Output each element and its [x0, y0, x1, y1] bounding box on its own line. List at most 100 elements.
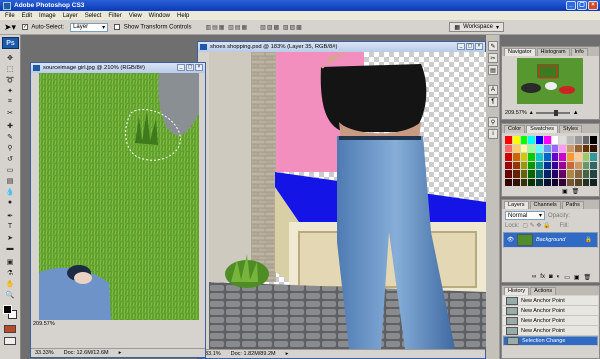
quick-mask-icon[interactable]: [4, 325, 16, 333]
tab-channels[interactable]: Channels: [529, 201, 561, 209]
maximize-button[interactable]: ▢: [577, 1, 587, 10]
zoom-tool-icon[interactable]: 🔍: [5, 290, 15, 299]
navigator-zoom-value[interactable]: 209.57%: [505, 110, 527, 116]
hand-tool-icon[interactable]: ✋: [5, 279, 15, 288]
notes-tool-icon[interactable]: ▣: [5, 257, 15, 266]
swatch-grid[interactable]: [505, 136, 597, 186]
adjustment-layer-icon[interactable]: ◐: [557, 274, 561, 281]
history-brush-tool-icon[interactable]: ↺: [5, 154, 15, 163]
history-item[interactable]: New Anchor Point: [503, 296, 598, 306]
blur-tool-icon[interactable]: 💧: [5, 187, 15, 196]
info-icon[interactable]: i: [488, 129, 498, 139]
history-item[interactable]: New Anchor Point: [503, 326, 598, 336]
type-tool-icon[interactable]: T: [5, 222, 15, 231]
new-group-icon[interactable]: ▭: [564, 274, 570, 281]
healing-brush-tool-icon[interactable]: ✚: [5, 121, 15, 130]
menu-filter[interactable]: Filter: [108, 13, 121, 19]
eyedropper-tool-icon[interactable]: ⚗: [5, 268, 15, 277]
status-menu-arrow-icon[interactable]: ▸: [119, 350, 122, 356]
auto-select-dropdown[interactable]: Layer ▾: [70, 22, 109, 32]
menu-view[interactable]: View: [129, 13, 142, 19]
tab-history[interactable]: History: [504, 287, 530, 295]
document-titlebar[interactable]: sourceimage girl.jpg @ 210% (RGB/8#) _ ▢…: [31, 63, 205, 73]
maximize-button[interactable]: ▢: [186, 64, 194, 71]
tab-navigator[interactable]: Navigator: [504, 48, 536, 56]
tab-color[interactable]: Color: [504, 125, 526, 133]
menu-layer[interactable]: Layer: [63, 13, 78, 19]
distribute-buttons[interactable]: ▧▨▩ ▧▨▩: [260, 24, 303, 31]
gradient-tool-icon[interactable]: ▤: [5, 176, 15, 185]
slice-tool-icon[interactable]: ✂: [5, 108, 15, 117]
delete-layer-icon[interactable]: 🗑: [584, 274, 592, 281]
minimize-button[interactable]: _: [177, 64, 185, 71]
screen-mode-icon[interactable]: [4, 337, 16, 345]
tool-presets-icon[interactable]: ✂: [488, 53, 498, 63]
new-layer-icon[interactable]: ▣: [574, 274, 580, 281]
transform-controls-checkbox[interactable]: [114, 23, 121, 30]
menu-select[interactable]: Select: [85, 13, 102, 19]
zoom-slider-handle[interactable]: [553, 109, 558, 116]
new-swatch-icon[interactable]: ▣: [562, 188, 568, 195]
workspace-button[interactable]: ▦ Workspace ▾: [449, 22, 504, 32]
menu-file[interactable]: File: [5, 13, 15, 19]
layer-style-icon[interactable]: fx: [540, 274, 545, 281]
zoom-in-icon[interactable]: ▲: [573, 110, 579, 116]
maximize-button[interactable]: ▢: [466, 43, 474, 50]
layer-comps-icon[interactable]: ▤: [488, 65, 498, 75]
tab-histogram[interactable]: Histogram: [536, 48, 570, 56]
tab-styles[interactable]: Styles: [559, 125, 582, 133]
menu-edit[interactable]: Edit: [22, 13, 32, 19]
lock-icons[interactable]: ▢ ✎ ✥ 🔒: [522, 222, 550, 229]
zoom-slider[interactable]: [535, 109, 570, 116]
path-selection-tool-icon[interactable]: ➤: [5, 233, 15, 242]
close-button[interactable]: ×: [195, 64, 203, 71]
minimize-button[interactable]: _: [566, 1, 576, 10]
layer-row-background[interactable]: 👁 Background 🔒: [503, 232, 598, 248]
shape-tool-icon[interactable]: ▬: [5, 244, 15, 253]
close-button[interactable]: ×: [475, 43, 483, 50]
clone-stamp-tool-icon[interactable]: ⚲: [5, 143, 15, 152]
minimize-button[interactable]: _: [457, 43, 465, 50]
tab-layers[interactable]: Layers: [504, 201, 529, 209]
canvas-source[interactable]: [39, 73, 199, 320]
eraser-tool-icon[interactable]: ▭: [5, 165, 15, 174]
character-icon[interactable]: A: [488, 85, 498, 95]
close-button[interactable]: ×: [588, 1, 598, 10]
foreground-color-swatch[interactable]: [3, 305, 12, 314]
zoom-level[interactable]: 33.33%: [35, 350, 54, 356]
document-titlebar[interactable]: shoes shopping.psd @ 183% (Layer 35, RGB…: [198, 42, 485, 52]
history-item[interactable]: New Anchor Point: [503, 316, 598, 326]
canvas-shoes[interactable]: [209, 52, 486, 349]
layer-mask-icon[interactable]: ◙: [549, 274, 553, 281]
menu-help[interactable]: Help: [177, 13, 189, 19]
lasso-tool-icon[interactable]: ➰: [5, 75, 15, 84]
document-window-shoes[interactable]: shoes shopping.psd @ 183% (Layer 35, RGB…: [197, 41, 486, 359]
doc1-zoom[interactable]: 209.57%: [33, 321, 55, 327]
blend-mode-dropdown[interactable]: Normal ▾: [505, 211, 545, 220]
crop-tool-icon[interactable]: ⌗: [5, 97, 15, 106]
brushes-icon[interactable]: ✎: [488, 41, 498, 51]
tab-paths[interactable]: Paths: [561, 201, 584, 209]
tab-actions[interactable]: Actions: [530, 287, 557, 295]
brush-tool-icon[interactable]: ✎: [5, 132, 15, 141]
menu-window[interactable]: Window: [149, 13, 170, 19]
paragraph-icon[interactable]: ¶: [488, 97, 498, 107]
move-tool-icon[interactable]: ✥: [5, 53, 15, 62]
eye-icon[interactable]: 👁: [507, 237, 514, 243]
pen-tool-icon[interactable]: ✒: [5, 211, 15, 220]
clone-source-icon[interactable]: ⚲: [488, 117, 498, 127]
link-layers-icon[interactable]: ∞: [532, 274, 536, 281]
dodge-tool-icon[interactable]: ●: [5, 198, 15, 207]
menu-image[interactable]: Image: [39, 13, 56, 19]
document-window-source[interactable]: sourceimage girl.jpg @ 210% (RGB/8#) _ ▢…: [30, 62, 206, 358]
history-item[interactable]: New Anchor Point: [503, 306, 598, 316]
status-menu-arrow-icon[interactable]: ▸: [286, 351, 289, 357]
marquee-tool-icon[interactable]: ⬚: [5, 64, 15, 73]
zoom-out-icon[interactable]: ▴: [530, 109, 533, 116]
tab-swatches[interactable]: Swatches: [526, 125, 559, 133]
align-buttons[interactable]: ▥▤▦ ▥▤▦: [205, 24, 248, 31]
history-item-selected[interactable]: Selection Change: [503, 336, 598, 346]
layer-name[interactable]: Background: [536, 237, 565, 243]
magic-wand-tool-icon[interactable]: ✦: [5, 86, 15, 95]
navigator-thumbnail[interactable]: [517, 58, 583, 104]
